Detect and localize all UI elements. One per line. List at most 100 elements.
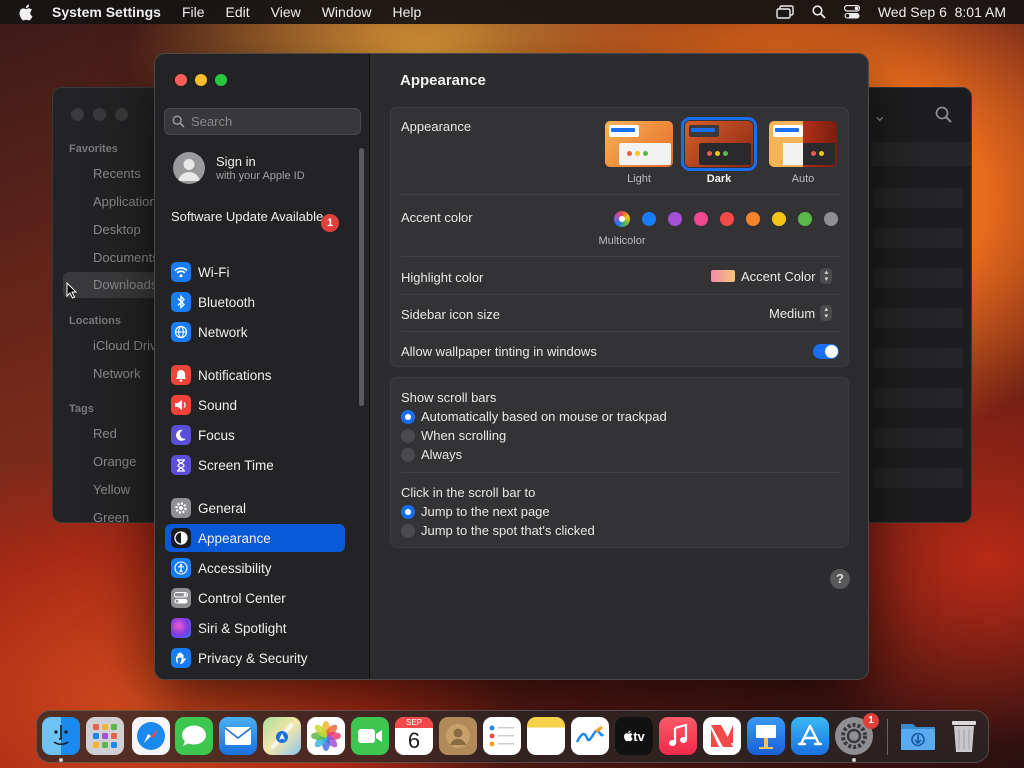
accent-swatch-graphite[interactable] [824, 212, 838, 226]
software-update-item[interactable]: Software Update Available [171, 209, 341, 225]
sidebar-item-sound[interactable]: Sound [165, 391, 345, 419]
menu-window[interactable]: Window [322, 4, 372, 20]
finder-item-recents[interactable]: Recents [93, 166, 141, 181]
freeform-icon[interactable] [571, 717, 609, 755]
sidebar-item-bluetooth[interactable]: Bluetooth [165, 288, 345, 316]
music-icon[interactable] [659, 717, 697, 755]
scroll-option-when-scrolling[interactable]: When scrolling [401, 428, 506, 443]
close-button[interactable] [175, 74, 187, 86]
finder-tag-yellow[interactable]: Yellow [93, 482, 130, 497]
launchpad-icon[interactable] [86, 717, 124, 755]
menu-app-name[interactable]: System Settings [52, 4, 161, 20]
finder-item-desktop[interactable]: Desktop [93, 222, 141, 237]
accent-swatch-pink[interactable] [694, 212, 708, 226]
sidebar-item-notifications[interactable]: Notifications [165, 361, 345, 389]
finder-search-icon[interactable] [935, 106, 953, 124]
running-indicator [59, 758, 63, 762]
accent-swatch-red[interactable] [720, 212, 734, 226]
search-input[interactable] [191, 114, 351, 129]
accent-swatch-blue[interactable] [642, 212, 656, 226]
finder-item-applications[interactable]: Applications [93, 194, 163, 209]
sidebar-item-privacy-security[interactable]: Privacy & Security [165, 644, 345, 672]
wallpaper-tinting-toggle[interactable] [813, 344, 839, 359]
sidebar-icon-size-popup[interactable]: Medium ▴ ▾ [769, 305, 833, 321]
apple-tv-icon[interactable]: tv [615, 717, 653, 755]
sidebar-search[interactable] [164, 108, 361, 135]
hand-icon [171, 648, 191, 668]
zoom-button[interactable] [215, 74, 227, 86]
radio-selected [401, 409, 415, 424]
radio-selected [401, 504, 415, 519]
menu-help[interactable]: Help [393, 4, 422, 20]
facetime-icon[interactable] [351, 717, 389, 755]
sidebar-item-appearance[interactable]: Appearance [165, 524, 345, 552]
accent-swatch-purple[interactable] [668, 212, 682, 226]
click-option-next-page[interactable]: Jump to the next page [401, 504, 550, 519]
finder-tag-green[interactable]: Green [93, 510, 129, 522]
appearance-option-dark[interactable] [681, 117, 757, 171]
bell-icon [171, 365, 191, 385]
click-option-spot-clicked[interactable]: Jump to the spot that's clicked [401, 523, 595, 538]
contacts-icon[interactable] [439, 717, 477, 755]
finder-tag-red[interactable]: Red [93, 426, 117, 441]
minimize-button[interactable] [195, 74, 207, 86]
popup-chevron-icon: ▴ ▾ [820, 305, 833, 321]
avatar [173, 152, 205, 184]
sidebar-item-accessibility[interactable]: Accessibility [165, 554, 345, 582]
calendar-month: SEP [395, 717, 433, 728]
sidebar-item-screen-time[interactable]: Screen Time [165, 451, 345, 479]
maps-icon[interactable] [263, 717, 301, 755]
finder-icon[interactable] [42, 717, 80, 755]
wifi-icon [171, 262, 191, 282]
sidebar-scrollbar[interactable] [359, 148, 364, 406]
accent-swatch-orange[interactable] [746, 212, 760, 226]
sidebar-item-wifi[interactable]: Wi-Fi [165, 258, 345, 286]
scroll-option-always[interactable]: Always [401, 447, 462, 462]
scroll-option-automatic[interactable]: Automatically based on mouse or trackpad [401, 409, 667, 424]
accent-multicolor-swatch[interactable] [614, 211, 630, 227]
keynote-icon[interactable] [747, 717, 785, 755]
photos-icon[interactable] [307, 717, 345, 755]
app-store-icon[interactable] [791, 717, 829, 755]
speaker-icon [171, 395, 191, 415]
news-icon[interactable] [703, 717, 741, 755]
sidebar-item-focus[interactable]: Focus [165, 421, 345, 449]
bluetooth-icon [171, 292, 191, 312]
finder-chevron-icon[interactable]: ⌄ [873, 106, 886, 126]
messages-icon[interactable] [175, 717, 213, 755]
finder-item-documents[interactable]: Documents [93, 250, 159, 265]
menu-edit[interactable]: Edit [226, 4, 250, 20]
spotlight-search-icon[interactable] [812, 5, 826, 19]
sidebar-item-control-center[interactable]: Control Center [165, 584, 345, 612]
accent-swatch-green[interactable] [798, 212, 812, 226]
sidebar-item-general[interactable]: General [165, 494, 345, 522]
menu-view[interactable]: View [271, 4, 301, 20]
screen-mirroring-icon[interactable] [776, 5, 794, 19]
apple-id-sign-in[interactable]: Sign in with your Apple ID [173, 152, 305, 184]
appearance-option-light[interactable] [605, 121, 673, 167]
downloads-folder-icon[interactable] [899, 717, 937, 755]
finder-item-downloads[interactable]: Downloads [63, 272, 163, 298]
finder-item-network[interactable]: Network [93, 366, 141, 381]
finder-tag-orange[interactable]: Orange [93, 454, 136, 469]
globe-icon [171, 322, 191, 342]
appearance-light-label: Light [627, 173, 651, 185]
trash-icon[interactable] [945, 717, 983, 755]
help-button[interactable]: ? [830, 569, 850, 589]
system-settings-window: Sign in with your Apple ID Software Upda… [154, 53, 869, 680]
notes-icon[interactable] [527, 717, 565, 755]
mail-icon[interactable] [219, 717, 257, 755]
sidebar-item-network[interactable]: Network [165, 318, 345, 346]
sidebar-item-siri-spotlight[interactable]: Siri & Spotlight [165, 614, 345, 642]
menubar-clock[interactable]: Wed Sep 6 8:01 AM [878, 4, 1006, 20]
highlight-preview [711, 270, 735, 282]
accent-swatch-yellow[interactable] [772, 212, 786, 226]
apple-menu-icon[interactable] [18, 4, 36, 21]
menu-file[interactable]: File [182, 4, 205, 20]
control-center-icon[interactable] [843, 5, 860, 19]
appearance-option-auto[interactable] [769, 121, 837, 167]
calendar-icon[interactable]: SEP 6 [395, 717, 433, 755]
safari-icon[interactable] [132, 717, 170, 755]
highlight-color-popup[interactable]: Accent Color ▴ ▾ [711, 268, 833, 284]
reminders-icon[interactable] [483, 717, 521, 755]
